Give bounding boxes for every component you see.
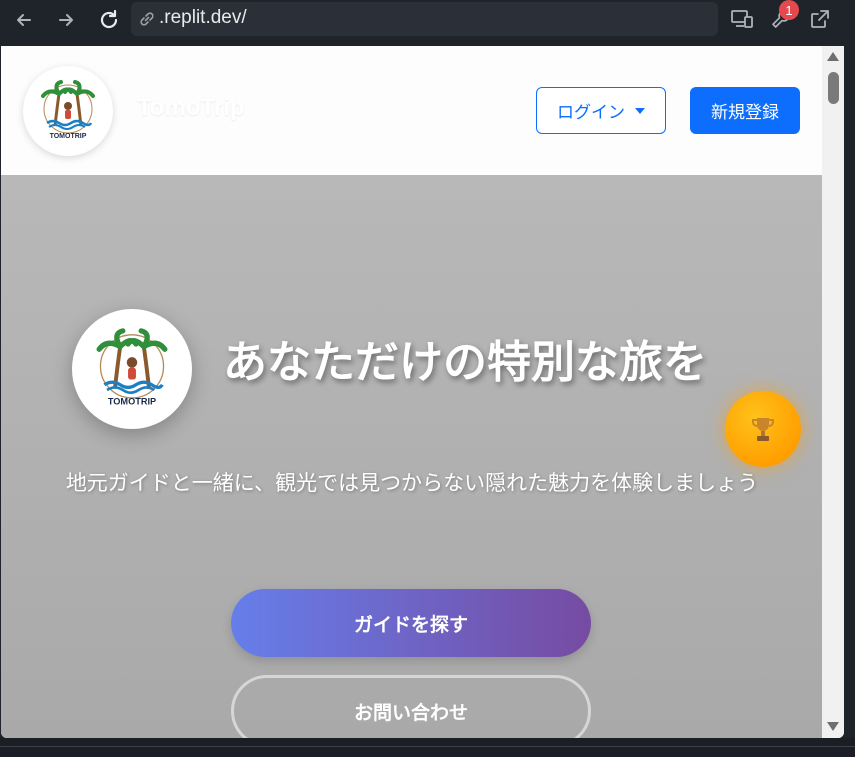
signup-button[interactable]: 新規登録: [690, 87, 800, 134]
devices-button[interactable]: [729, 6, 755, 32]
brand-name[interactable]: TomoTrip: [137, 94, 245, 122]
notification-badge: 1: [779, 0, 799, 20]
scroll-up-arrow-icon[interactable]: [827, 52, 839, 61]
find-guide-button[interactable]: ガイドを探す: [231, 589, 591, 657]
forward-button[interactable]: [52, 6, 80, 34]
link-icon: [140, 12, 154, 26]
window-bottom-edge: [0, 738, 855, 757]
forward-icon: [59, 14, 73, 26]
site-header: TOMOTRIP TomoTrip ログイン 新規登録: [1, 46, 822, 175]
hero-logo: TOMOTRIP: [72, 309, 192, 429]
back-icon: [17, 14, 31, 26]
login-label: ログイン: [557, 103, 625, 123]
devices-icon: [731, 10, 753, 28]
scrollbar[interactable]: [822, 46, 844, 738]
webview: TOMOTRIP TomoTrip ログイン 新規登録 TOMOTRIP あなた…: [1, 46, 844, 738]
contact-button[interactable]: お問い合わせ: [231, 675, 591, 738]
hero-title: あなただけの特別な旅を: [223, 337, 707, 388]
trophy-button[interactable]: [725, 391, 801, 467]
palm-logo-icon: TOMOTRIP: [41, 80, 95, 140]
reload-icon: [100, 9, 118, 29]
hero-section: TOMOTRIP あなただけの特別な旅を 地元ガイドと一緒に、観光では見つからな…: [1, 175, 822, 738]
trophy-icon: [752, 418, 774, 441]
browser-toolbar: .replit.dev/ 1: [0, 0, 855, 46]
open-external-button[interactable]: [807, 6, 833, 32]
login-dropdown-button[interactable]: ログイン: [536, 87, 666, 134]
scroll-thumb[interactable]: [828, 72, 839, 104]
chevron-down-icon: [635, 107, 645, 114]
open-external-icon: [811, 10, 829, 28]
back-button[interactable]: [10, 6, 38, 34]
logo-text: TOMOTRIP: [50, 133, 87, 140]
hero-subtitle: 地元ガイドと一緒に、観光では見つからない隠れた魅力を体験しましょう: [65, 471, 759, 495]
hero-logo-text: TOMOTRIP: [108, 396, 156, 406]
reload-button[interactable]: [95, 6, 123, 34]
site-logo[interactable]: TOMOTRIP: [23, 66, 113, 156]
palm-logo-icon: TOMOTRIP: [96, 328, 168, 406]
url-text[interactable]: .replit.dev/: [159, 7, 247, 29]
scroll-down-arrow-icon[interactable]: [827, 722, 839, 731]
